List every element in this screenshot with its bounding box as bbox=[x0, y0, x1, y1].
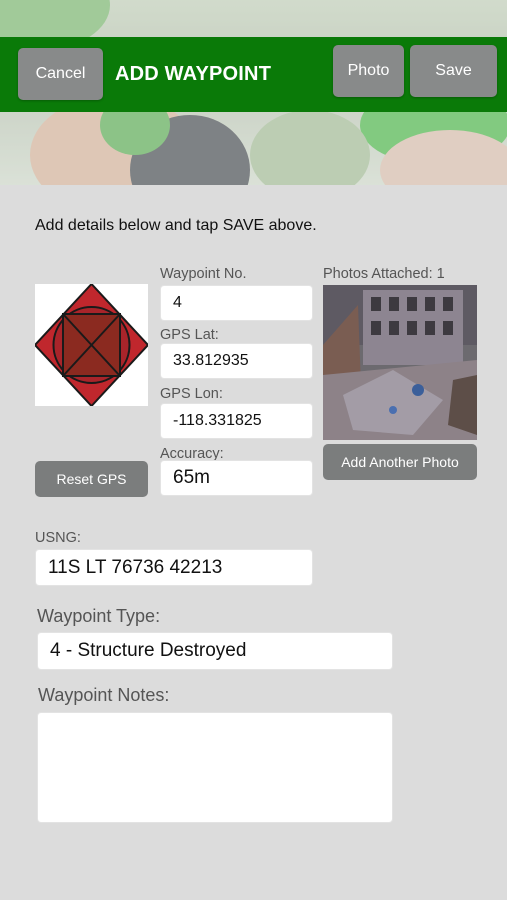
accuracy-label: Accuracy: bbox=[160, 446, 224, 460]
add-another-photo-button[interactable]: Add Another Photo bbox=[323, 444, 477, 480]
gps-lat-field[interactable]: 33.812935 bbox=[160, 343, 313, 379]
photos-attached-label: Photos Attached: 1 bbox=[323, 266, 445, 282]
gps-lat-label: GPS Lat: bbox=[160, 327, 219, 343]
photo-button[interactable]: Photo bbox=[333, 45, 404, 97]
usng-field[interactable]: 11S LT 76736 42213 bbox=[35, 549, 313, 586]
waypoint-type-label: Waypoint Type: bbox=[37, 606, 161, 626]
waypoint-no-label: Waypoint No. bbox=[160, 266, 247, 282]
cancel-button[interactable]: Cancel bbox=[18, 48, 103, 100]
waypoint-symbol bbox=[33, 282, 150, 408]
instructions-text: Add details below and tap SAVE above. bbox=[35, 217, 317, 234]
waypoint-type-select[interactable]: 4 - Structure Destroyed bbox=[37, 632, 393, 670]
photo-thumbnail-image bbox=[323, 285, 477, 440]
header-bar: Cancel ADD WAYPOINT Photo Save bbox=[0, 37, 507, 112]
page-title: ADD WAYPOINT bbox=[115, 63, 272, 85]
structure-destroyed-symbol-icon bbox=[33, 282, 150, 408]
gps-lon-label: GPS Lon: bbox=[160, 386, 223, 402]
usng-label: USNG: bbox=[35, 530, 81, 546]
attached-photo-thumbnail[interactable] bbox=[323, 285, 477, 440]
reset-gps-button[interactable]: Reset GPS bbox=[35, 461, 148, 497]
save-button[interactable]: Save bbox=[410, 45, 497, 97]
waypoint-notes-label: Waypoint Notes: bbox=[38, 685, 170, 705]
accuracy-field[interactable]: 65m bbox=[160, 460, 313, 496]
waypoint-no-field[interactable]: 4 bbox=[160, 285, 313, 321]
waypoint-notes-textarea[interactable] bbox=[37, 712, 393, 823]
gps-lon-field[interactable]: -118.331825 bbox=[160, 403, 313, 439]
